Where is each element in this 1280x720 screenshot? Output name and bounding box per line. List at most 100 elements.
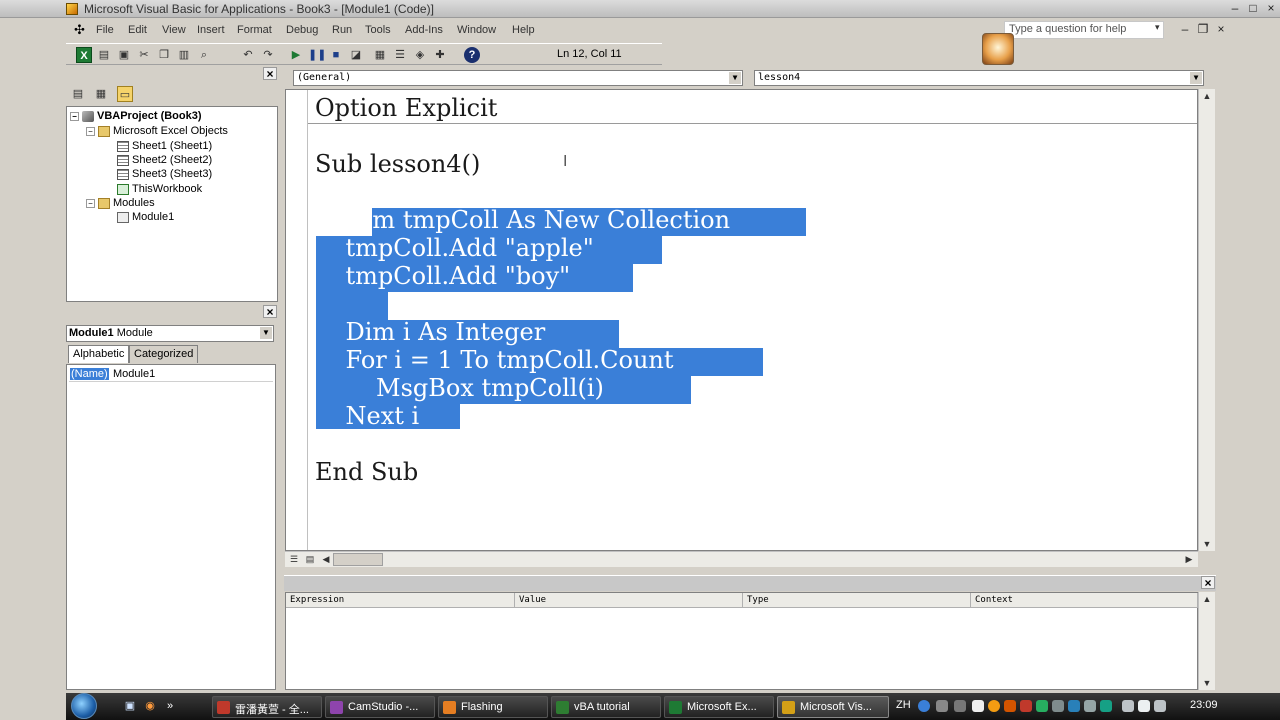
run-icon[interactable]: ▶: [288, 47, 304, 63]
cut-icon[interactable]: ✂: [136, 47, 152, 63]
tree-node-vbaproject[interactable]: − VBAProject (Book3): [70, 110, 202, 122]
property-value[interactable]: Module1: [113, 368, 155, 380]
menu-tools[interactable]: Tools: [365, 24, 391, 36]
menu-debug[interactable]: Debug: [286, 24, 318, 36]
tree-node-thisworkbook[interactable]: ThisWorkbook: [117, 183, 202, 195]
tray-app-icon[interactable]: [1020, 700, 1032, 712]
tree-node-sheet3[interactable]: Sheet3 (Sheet3): [117, 168, 212, 180]
tree-node-module1[interactable]: Module1: [117, 211, 174, 223]
maximize-button[interactable]: □: [1244, 1, 1262, 16]
copy-icon[interactable]: ❐: [156, 47, 172, 63]
collapse-icon[interactable]: −: [86, 198, 95, 208]
tree-node-sheet1[interactable]: Sheet1 (Sheet1): [117, 140, 212, 152]
child-restore-button[interactable]: ❐: [1194, 22, 1212, 37]
tray-app-icon[interactable]: [1052, 700, 1064, 712]
property-row[interactable]: (Name) Module1: [69, 368, 273, 382]
bluetooth-icon[interactable]: [1068, 700, 1080, 712]
menu-run[interactable]: Run: [332, 24, 352, 36]
project-explorer-close-button[interactable]: ×: [263, 67, 277, 80]
help-dropdown-icon[interactable]: ▾: [1155, 22, 1160, 33]
taskbar-button-music[interactable]: 雷潘黃萱 - 全...: [212, 696, 322, 718]
tree-node-modules[interactable]: − Modules: [86, 197, 155, 209]
menu-view[interactable]: View: [162, 24, 186, 36]
taskbar-button-vba-editor[interactable]: Microsoft Vis...: [777, 696, 889, 718]
ime-keyboard-icon[interactable]: [954, 700, 966, 712]
menu-edit[interactable]: Edit: [128, 24, 147, 36]
tray-app-icon[interactable]: [1100, 700, 1112, 712]
close-button[interactable]: ×: [1262, 1, 1280, 16]
scroll-up-icon[interactable]: ▲: [1200, 89, 1214, 103]
tray-app-icon[interactable]: [972, 700, 984, 712]
toggle-folders-icon[interactable]: ▭: [117, 86, 133, 102]
project-explorer-icon[interactable]: ▦: [372, 47, 388, 63]
power-icon[interactable]: [1154, 700, 1166, 712]
menu-insert[interactable]: Insert: [197, 24, 225, 36]
object-combo[interactable]: (General) ▼: [293, 70, 743, 86]
watch-close-button[interactable]: ×: [1201, 576, 1215, 589]
scroll-left-icon[interactable]: ◀: [319, 552, 333, 566]
ime-help-icon[interactable]: [918, 700, 930, 712]
chevron-down-icon[interactable]: ▼: [260, 327, 272, 339]
network-icon[interactable]: [1122, 700, 1134, 712]
object-browser-icon[interactable]: ◈: [412, 47, 428, 63]
code-vertical-scrollbar[interactable]: ▲ ▼: [1198, 89, 1215, 551]
properties-window-icon[interactable]: ☰: [392, 47, 408, 63]
menu-format[interactable]: Format: [237, 24, 272, 36]
taskbar-button-flashing[interactable]: Flashing: [438, 696, 548, 718]
undo-icon[interactable]: ↶: [240, 47, 256, 63]
watch-list[interactable]: Expression Value Type Context: [285, 592, 1198, 690]
save-icon[interactable]: ▣: [116, 47, 132, 63]
code-horizontal-scrollbar[interactable]: ☰ ▤ ◀ ▶: [285, 551, 1198, 567]
chevron-down-icon[interactable]: ▼: [1190, 72, 1202, 84]
properties-close-button[interactable]: ×: [263, 305, 277, 318]
procedure-view-icon[interactable]: ☰: [287, 552, 301, 566]
menu-help[interactable]: Help: [512, 24, 535, 36]
collapse-icon[interactable]: −: [86, 126, 95, 136]
view-excel-icon[interactable]: X: [76, 47, 92, 63]
minimize-button[interactable]: –: [1226, 1, 1244, 16]
redo-icon[interactable]: ↷: [260, 47, 276, 63]
find-icon[interactable]: ⌕: [196, 47, 212, 63]
ime-settings-icon[interactable]: [936, 700, 948, 712]
properties-object-select[interactable]: Module1 Module ▼: [66, 325, 274, 342]
clock[interactable]: 23:09: [1190, 699, 1218, 711]
tree-node-sheet2[interactable]: Sheet2 (Sheet2): [117, 154, 212, 166]
margin-indicator-bar[interactable]: [286, 90, 308, 550]
scroll-right-icon[interactable]: ▶: [1182, 552, 1196, 566]
insert-module-icon[interactable]: ▤: [96, 47, 112, 63]
menu-addins[interactable]: Add-Ins: [405, 24, 443, 36]
watch-scrollbar[interactable]: ▲ ▼: [1198, 592, 1215, 690]
collapse-icon[interactable]: −: [70, 111, 79, 121]
show-desktop-icon[interactable]: ▣: [122, 698, 138, 714]
tab-alphabetic[interactable]: Alphabetic: [68, 345, 130, 363]
paste-icon[interactable]: ▥: [176, 47, 192, 63]
design-mode-icon[interactable]: ◪: [348, 47, 364, 63]
scroll-up-icon[interactable]: ▲: [1200, 592, 1214, 606]
toolbox-icon[interactable]: ✚: [432, 47, 448, 63]
view-object-icon[interactable]: ▦: [93, 86, 109, 102]
help-search-input[interactable]: Type a question for help: [1004, 21, 1164, 39]
break-icon[interactable]: ❚❚: [308, 47, 326, 63]
code-editor[interactable]: Option Explicit Sub lesson4() Dim tmpCol…: [285, 89, 1198, 551]
control-menu-icon[interactable]: ✣: [74, 23, 88, 37]
tray-app-icon[interactable]: [1036, 700, 1048, 712]
menu-file[interactable]: File: [96, 24, 114, 36]
procedure-combo[interactable]: lesson4 ▼: [754, 70, 1204, 86]
language-indicator[interactable]: ZH: [896, 699, 911, 711]
reset-icon[interactable]: ■: [328, 47, 344, 63]
tab-categorized[interactable]: Categorized: [129, 345, 199, 363]
column-header-context[interactable]: Context: [971, 593, 1198, 608]
tray-app-icon[interactable]: [1084, 700, 1096, 712]
help-icon[interactable]: ?: [464, 47, 480, 63]
tray-app-icon[interactable]: [988, 700, 1000, 712]
volume-icon[interactable]: [1138, 700, 1150, 712]
start-button[interactable]: [71, 693, 97, 719]
scroll-thumb[interactable]: [333, 553, 383, 566]
firefox-quicklaunch-icon[interactable]: ◉: [142, 698, 158, 714]
quicklaunch-overflow-icon[interactable]: »: [162, 698, 178, 714]
menu-window[interactable]: Window: [457, 24, 496, 36]
column-header-type[interactable]: Type: [743, 593, 971, 608]
view-code-icon[interactable]: ▤: [70, 86, 86, 102]
scroll-down-icon[interactable]: ▼: [1200, 676, 1214, 690]
taskbar-button-camstudio[interactable]: CamStudio -...: [325, 696, 435, 718]
